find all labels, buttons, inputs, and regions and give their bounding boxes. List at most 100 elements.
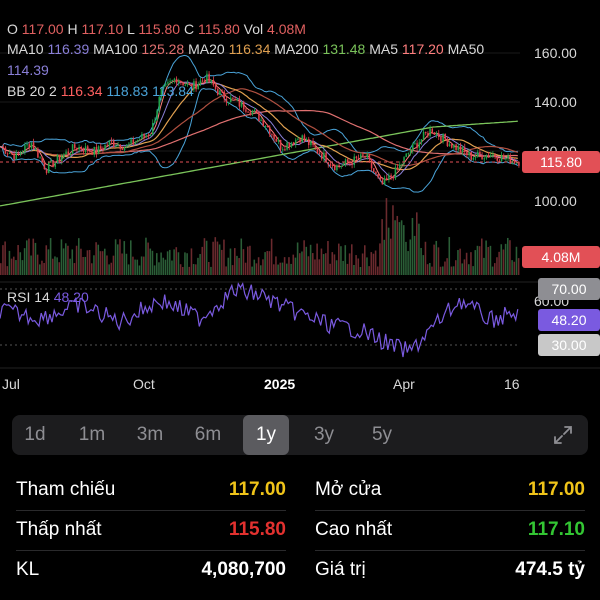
volume-bar — [270, 238, 273, 275]
candle-body — [258, 111, 260, 121]
candle-body — [245, 109, 247, 112]
volume-bar — [327, 241, 329, 275]
candle-body — [446, 139, 449, 147]
candle-body — [457, 146, 460, 150]
volume-bar — [446, 258, 448, 275]
candle-body — [47, 162, 50, 173]
candle-body — [214, 85, 217, 89]
volume-bar — [322, 254, 325, 275]
volume-bar — [283, 257, 286, 275]
volume-bar — [437, 247, 440, 275]
volume-bar — [121, 253, 123, 275]
volume-bar — [49, 238, 52, 275]
candle-body — [6, 153, 9, 155]
ma20-value: 116.34 — [228, 41, 271, 57]
volume-bar — [225, 266, 227, 275]
volume-bar — [238, 258, 240, 275]
candle-body — [78, 147, 80, 150]
candle-body — [366, 154, 369, 158]
candle-body — [195, 81, 197, 90]
volume-bar — [348, 253, 351, 275]
volume-bar — [405, 241, 407, 275]
volume-bar — [45, 245, 48, 275]
volume-bar — [407, 251, 409, 275]
candle-body — [221, 90, 223, 92]
volume-bar — [145, 237, 147, 275]
volume-bar — [52, 258, 54, 275]
candle-body — [396, 167, 399, 169]
volume-bar — [134, 259, 136, 275]
close-value: 115.80 — [198, 21, 240, 37]
candle-body — [284, 149, 286, 151]
volume-bar — [422, 255, 425, 275]
volume-bar — [494, 263, 496, 275]
ma100-value: 125.28 — [141, 41, 185, 57]
range-1y-button[interactable]: 1y — [243, 415, 289, 455]
volume-bar — [476, 245, 479, 275]
range-6m-button[interactable]: 6m — [185, 415, 231, 455]
candle-body — [442, 133, 444, 142]
candle-body — [292, 142, 295, 145]
candle-body — [130, 139, 132, 144]
candle-body — [466, 151, 468, 156]
candle-body — [483, 158, 486, 160]
volume-bar — [8, 250, 11, 275]
candle-body — [138, 139, 141, 141]
volume-bar — [500, 244, 503, 275]
volume-bar — [82, 256, 84, 275]
candle-body — [145, 135, 148, 137]
candle-body — [255, 109, 258, 112]
volume-bar — [23, 248, 26, 275]
volume-bar — [188, 266, 191, 275]
range-1m-button[interactable]: 1m — [69, 415, 115, 455]
volume-bar — [307, 256, 310, 275]
volume-bar — [208, 261, 210, 275]
candle-body — [485, 154, 488, 159]
stock-chart[interactable]: O 117.00 H 117.10 L 115.80 C 115.80 Vol … — [0, 0, 600, 400]
candle-body — [32, 142, 35, 149]
bb-middle: 118.83 — [106, 83, 149, 99]
stat-high: Cao nhất 117.10 — [315, 510, 585, 550]
volume-bar — [368, 266, 370, 275]
candle-body — [448, 144, 451, 147]
candle-body — [65, 151, 67, 155]
volume-bar — [416, 212, 418, 275]
range-5y-button[interactable]: 5y — [359, 415, 405, 455]
candle-body — [401, 163, 403, 165]
candle-body — [403, 157, 405, 164]
volume-bar — [346, 263, 349, 275]
volume-bar — [290, 263, 292, 275]
volume-bar — [513, 261, 516, 275]
volume-bar — [450, 266, 453, 275]
expand-icon[interactable] — [552, 424, 574, 446]
candle-body — [450, 144, 453, 148]
candle-body — [312, 141, 314, 146]
volume-bar — [56, 257, 58, 275]
candle-body — [286, 142, 288, 150]
volume-bar — [6, 266, 9, 275]
range-3y-button[interactable]: 3y — [301, 415, 347, 455]
volume-bar — [403, 225, 405, 275]
ma10-value: 116.39 — [47, 41, 90, 57]
candle-body — [2, 146, 5, 148]
volume-bar — [502, 249, 505, 275]
volume-bar — [97, 244, 100, 275]
volume-bar — [355, 255, 357, 275]
candle-body — [331, 164, 334, 166]
volume-bar — [288, 257, 290, 275]
range-3m-button[interactable]: 3m — [127, 415, 173, 455]
volume-bar — [216, 241, 219, 275]
volume-bar — [67, 245, 69, 275]
stat-value: Giá trị 474.5 tỷ — [315, 550, 585, 590]
candle-body — [394, 167, 397, 179]
volume-bar — [511, 260, 513, 275]
volume-bar — [342, 260, 344, 275]
candle-body — [71, 144, 74, 154]
candle-body — [203, 80, 206, 83]
range-1d-button[interactable]: 1d — [12, 415, 58, 455]
volume-bar — [249, 245, 251, 275]
volume-bar — [2, 245, 4, 275]
candle-body — [325, 152, 327, 163]
volume-bar — [305, 246, 308, 275]
chart-canvas[interactable] — [0, 0, 600, 400]
